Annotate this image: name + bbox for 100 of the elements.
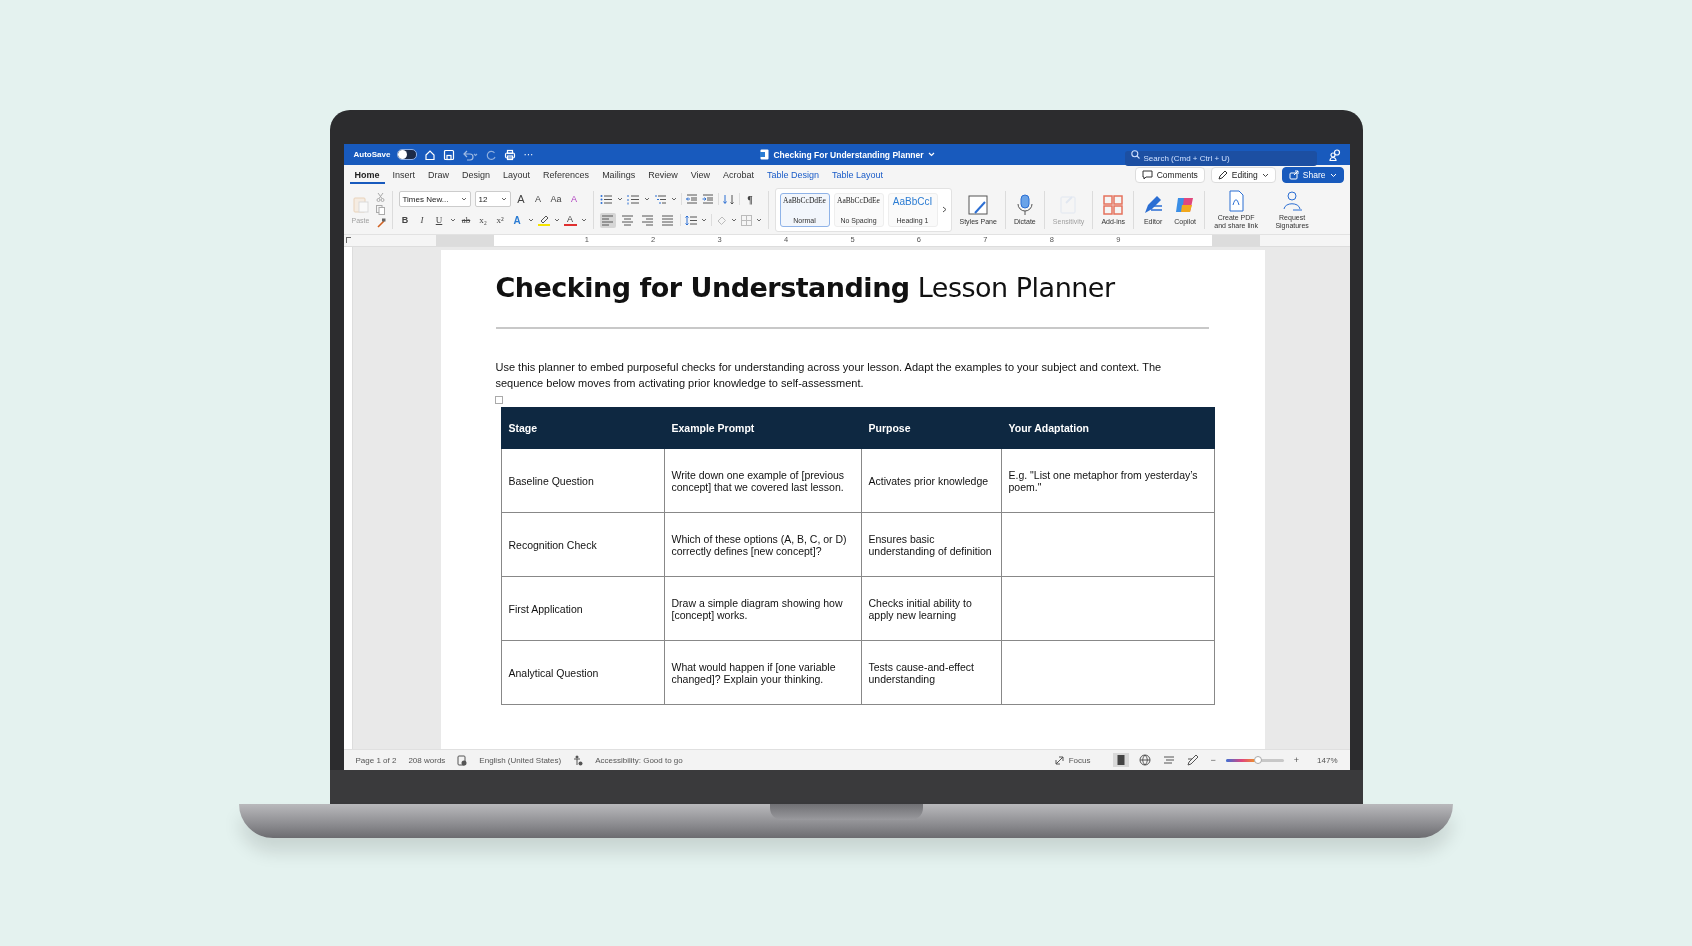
column-header: Example Prompt <box>664 407 861 449</box>
chevron-down-icon[interactable] <box>449 218 456 222</box>
home-icon[interactable] <box>424 148 437 161</box>
line-spacing-icon[interactable] <box>684 214 697 226</box>
ribbon-tab[interactable]: Layout <box>498 166 536 184</box>
bold-button[interactable]: B <box>398 215 412 225</box>
save-icon[interactable] <box>443 148 456 161</box>
multilevel-list-icon[interactable] <box>653 193 667 205</box>
ribbon-tab[interactable]: Review <box>643 166 683 184</box>
web-layout-button[interactable] <box>1136 753 1153 767</box>
share-icon <box>1288 170 1299 180</box>
print-layout-button[interactable] <box>1112 753 1129 767</box>
word-count[interactable]: 208 words <box>408 755 446 765</box>
ribbon-tab[interactable]: Table Layout <box>827 166 889 184</box>
text-effects-button[interactable]: A <box>510 214 524 226</box>
pen-icon <box>1142 193 1165 216</box>
print-icon[interactable] <box>504 148 517 161</box>
styles-pane-icon <box>967 193 990 216</box>
zoom-out-button[interactable]: − <box>1208 755 1218 765</box>
table-cell: Activates prior knowledge <box>861 448 1001 513</box>
numbered-list-icon[interactable] <box>626 193 640 205</box>
shrink-font-button[interactable]: A <box>531 194 545 204</box>
column-header: Stage <box>501 407 664 449</box>
comment-icon <box>1141 170 1153 180</box>
ribbon-tab[interactable]: Design <box>457 166 496 184</box>
table-cell: Write down one example of [previous concept] that we covered last lesson. <box>664 448 861 513</box>
align-left-button[interactable] <box>599 212 616 228</box>
superscript-button[interactable]: x² <box>493 215 507 225</box>
zoom-in-button[interactable]: + <box>1291 755 1302 765</box>
ribbon-tab[interactable]: View <box>685 166 715 184</box>
table-cell: Draw a simple diagram showing how [concept] works. <box>664 576 861 641</box>
people-icon[interactable] <box>1328 148 1342 161</box>
zoom-percentage[interactable]: 147% <box>1317 755 1338 765</box>
undo-icon[interactable] <box>462 148 479 161</box>
chevron-down-icon[interactable] <box>643 197 650 201</box>
bulleted-list-icon[interactable] <box>599 193 613 205</box>
zoom-slider[interactable] <box>1225 758 1284 762</box>
chevron-down-icon[interactable] <box>670 197 677 201</box>
font-size-field[interactable]: 12 <box>474 191 511 207</box>
underline-button[interactable]: U <box>432 215 446 225</box>
chevron-down-icon[interactable] <box>730 218 737 222</box>
ribbon-tab[interactable]: Home <box>349 166 385 184</box>
more-button[interactable]: ··· <box>523 149 534 160</box>
redo-icon[interactable] <box>485 148 498 161</box>
change-case-button[interactable]: Aa <box>548 194 564 204</box>
clear-formatting-button[interactable]: A <box>567 194 581 204</box>
sort-icon[interactable] <box>722 193 735 205</box>
comments-button[interactable]: Comments <box>1134 167 1205 183</box>
chevron-down-icon[interactable] <box>580 218 587 222</box>
editing-button[interactable]: Editing <box>1210 167 1276 183</box>
proofing-icon[interactable] <box>457 754 468 766</box>
font-color-button[interactable]: A <box>563 214 577 226</box>
autosave-toggle[interactable] <box>397 149 418 160</box>
chevron-down-icon[interactable] <box>700 218 707 222</box>
focus-button[interactable]: Focus <box>1048 754 1097 766</box>
chevron-right-icon[interactable] <box>941 206 947 213</box>
person-icon <box>1281 189 1304 212</box>
grow-font-button[interactable]: A <box>514 193 528 205</box>
ribbon-tab[interactable]: Insert <box>387 166 421 184</box>
highlighter-icon[interactable] <box>537 214 550 226</box>
tab-stop-marker[interactable] <box>345 237 351 243</box>
accessibility-icon[interactable] <box>573 754 584 766</box>
ribbon-tab[interactable]: Acrobat <box>718 166 760 184</box>
expand-icon <box>1054 755 1064 765</box>
language-status[interactable]: English (United States) <box>479 755 562 765</box>
accessibility-status[interactable]: Accessibility: Good to go <box>595 755 683 765</box>
show-formatting-marks-button[interactable]: ¶ <box>743 193 757 205</box>
ribbon-tab[interactable]: Draw <box>423 166 455 184</box>
document-title[interactable]: Checking For Understanding Planner <box>773 149 924 160</box>
page-count[interactable]: Page 1 of 2 <box>355 755 397 765</box>
share-button[interactable]: Share <box>1281 167 1344 183</box>
italic-button[interactable]: I <box>415 215 429 225</box>
ribbon-tab[interactable]: Table Design <box>762 166 825 184</box>
table-cell: Recognition Check <box>501 512 664 577</box>
table-cell: Checks initial ability to apply new learning <box>861 576 1001 641</box>
subscript-button[interactable]: x₂ <box>476 215 490 225</box>
zoom-slider-thumb[interactable] <box>1253 755 1262 764</box>
chevron-down-icon[interactable] <box>755 218 762 222</box>
chevron-down-icon[interactable] <box>527 218 534 222</box>
grid-icon <box>1102 193 1125 216</box>
chevron-down-icon[interactable] <box>616 197 623 201</box>
ribbon-tab[interactable]: References <box>538 166 595 184</box>
font-name-field[interactable]: Times New... <box>398 191 471 207</box>
search-field[interactable]: Search (Cmd + Ctrl + U) <box>1124 151 1317 166</box>
chevron-down-icon[interactable] <box>553 218 560 222</box>
table-cell: Baseline Question <box>501 448 664 513</box>
intro-paragraph: Use this planner to embed purposeful checks for understanding across your lesson. Adapt the examples to your subject and context. The sequence below moves from activating prior knowledge to self-assessment. <box>495 360 1163 391</box>
chevron-down-icon <box>1261 172 1269 178</box>
chevron-down-icon <box>460 197 467 201</box>
table-cell: First Application <box>501 576 664 641</box>
draft-view-button[interactable] <box>1184 753 1201 767</box>
format-painter-icon[interactable] <box>375 217 386 228</box>
table-move-handle[interactable] <box>494 396 503 404</box>
table-cell: Which of these options (A, B, C, or D) correctly defines [new concept]? <box>664 512 861 577</box>
ribbon-tab[interactable]: Mailings <box>597 166 641 184</box>
chevron-down-icon <box>500 197 507 201</box>
table-cell: What would happen if [one variable changed]? Explain your thinking. <box>664 640 861 705</box>
document-title-heading: Checking for Understanding Lesson Planner <box>495 272 1116 303</box>
pencil-icon <box>1217 170 1228 180</box>
strikethrough-button[interactable]: ab <box>459 215 473 225</box>
